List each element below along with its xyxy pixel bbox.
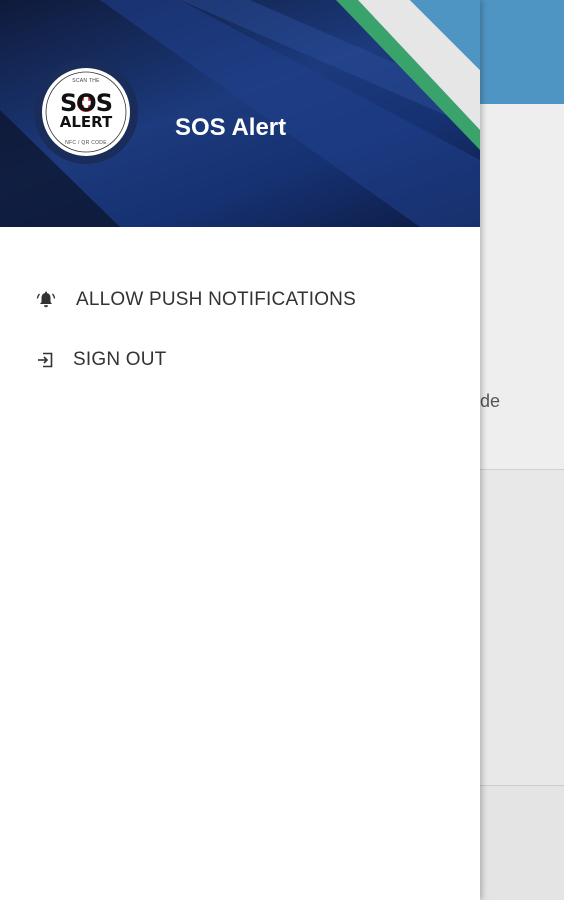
sos-alert-logo: SCAN THE SOS ALERT NFC / QR CODE: [42, 68, 130, 156]
logo-bottom-text: NFC / QR CODE: [65, 140, 107, 146]
app-name: SOS Alert: [175, 114, 287, 141]
bell-alert-icon: [36, 290, 56, 310]
menu-item-label: ALLOW PUSH NOTIFICATIONS: [76, 289, 356, 310]
logo-alert-text: ALERT: [59, 113, 113, 131]
menu-item-allow-push-notifications[interactable]: ALLOW PUSH NOTIFICATIONS: [0, 270, 480, 330]
navigation-drawer: SCAN THE SOS ALERT NFC / QR CODE SOS Ale…: [0, 0, 480, 900]
menu-item-sign-out[interactable]: SIGN OUT: [0, 330, 480, 390]
drawer-menu: ALLOW PUSH NOTIFICATIONS SIGN OUT: [0, 270, 480, 390]
sign-out-icon: [36, 350, 56, 370]
drawer-header: SCAN THE SOS ALERT NFC / QR CODE SOS Ale…: [0, 0, 480, 227]
logo-top-text: SCAN THE: [72, 78, 100, 84]
menu-item-label: SIGN OUT: [73, 349, 167, 370]
